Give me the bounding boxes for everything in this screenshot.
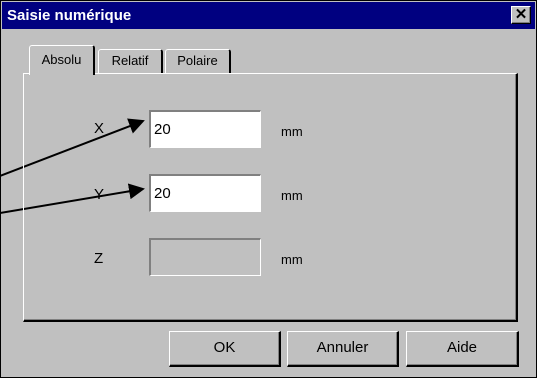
y-unit: mm bbox=[281, 188, 303, 203]
z-label: Z bbox=[94, 250, 104, 267]
z-unit: mm bbox=[281, 252, 303, 267]
z-field bbox=[149, 238, 261, 276]
tab-label: Absolu bbox=[41, 52, 82, 67]
x-field[interactable] bbox=[149, 110, 261, 148]
y-field[interactable] bbox=[149, 174, 261, 212]
x-label: X bbox=[94, 120, 105, 137]
tab-absolu[interactable]: Absolu bbox=[29, 45, 95, 75]
y-label: Y bbox=[94, 186, 105, 203]
tab-panel-absolu: X mm Y mm Z mm bbox=[23, 73, 518, 322]
x-unit: mm bbox=[281, 124, 303, 139]
